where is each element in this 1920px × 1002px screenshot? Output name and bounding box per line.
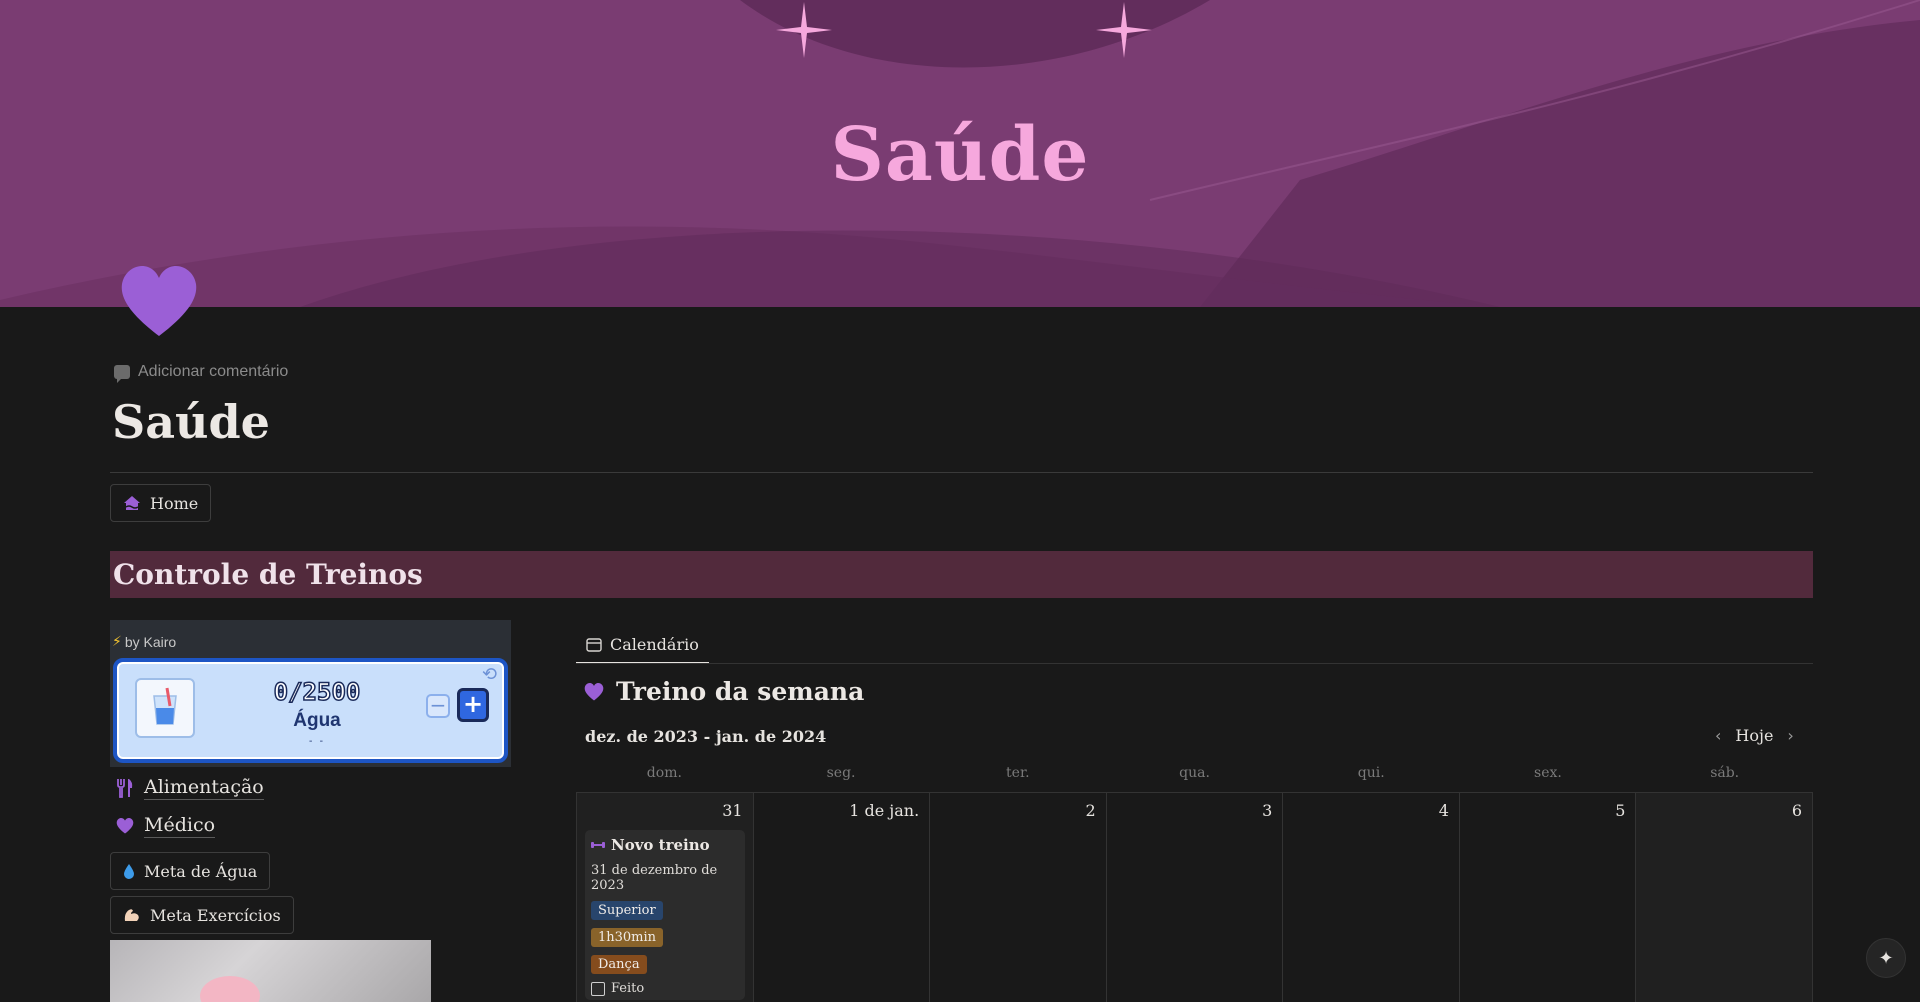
tab-calendario[interactable]: Calendário	[576, 626, 709, 664]
water-label: Água	[293, 710, 341, 731]
page-title[interactable]: Saúde	[112, 395, 270, 449]
dumbbell-icon	[591, 842, 605, 848]
banner-title: Saúde	[830, 112, 1090, 198]
add-comment-button[interactable]: Adicionar comentário	[114, 363, 289, 383]
day-number: 5	[1615, 801, 1626, 820]
flexed-biceps-icon	[124, 909, 139, 921]
water-widget: ⚡ by Kairo 0/2500 Água - - − + ⟲	[110, 620, 511, 767]
widget-credit-label: by Kairo	[124, 634, 177, 650]
tag-badge: Dança	[591, 955, 647, 974]
weekday-label: qua.	[1179, 765, 1210, 781]
purple-heart-icon[interactable]	[120, 266, 198, 338]
water-tracker-card: 0/2500 Água - - − + ⟲	[113, 658, 508, 763]
calendar-day[interactable]: 1 de jan.	[754, 793, 931, 1002]
calendar-title-label: Treino da semana	[616, 677, 865, 706]
exercise-goal-button[interactable]: Meta Exercícios	[110, 896, 294, 934]
event-title-label: Novo treino	[611, 836, 710, 854]
calendar-day[interactable]: 3	[1107, 793, 1284, 1002]
done-checkbox[interactable]	[591, 981, 605, 996]
comment-icon	[114, 365, 130, 383]
weekday-label: qui.	[1357, 765, 1385, 781]
done-label: Feito	[611, 981, 645, 996]
link-label: Alimentação	[144, 776, 264, 800]
heart-icon	[584, 682, 604, 700]
tab-label: Calendário	[610, 634, 699, 654]
home-label: Home	[150, 493, 199, 513]
calendar-range: dez. de 2023 - jan. de 2024	[585, 727, 827, 746]
day-number: 6	[1791, 801, 1803, 820]
day-number: 1 de jan.	[849, 801, 920, 820]
weekday-label: dom.	[646, 765, 682, 781]
chevron-left-icon[interactable]: ‹	[1715, 726, 1721, 745]
water-goal-label: Meta de Água	[144, 861, 258, 881]
calendar-day[interactable]: 5	[1460, 793, 1637, 1002]
ai-assistant-button[interactable]: ✦	[1866, 938, 1906, 978]
cover-banner: Saúde	[0, 0, 1920, 307]
tab-underline	[576, 663, 1813, 664]
sparkle-icon	[1096, 2, 1152, 58]
calendar-icon	[586, 637, 602, 652]
day-number: 4	[1438, 801, 1449, 820]
tag-badge: 1h30min	[591, 928, 664, 947]
weekday-label: sex.	[1534, 765, 1562, 781]
water-goal-button[interactable]: Meta de Água	[110, 852, 271, 890]
day-number: 3	[1262, 801, 1273, 820]
water-glass-icon	[135, 678, 195, 738]
heart-icon	[116, 818, 134, 834]
divider	[110, 472, 1813, 473]
calendar-title[interactable]: Treino da semana	[584, 677, 864, 706]
link-medico[interactable]: Médico	[116, 814, 216, 838]
image-blob	[200, 976, 260, 1002]
calendar-day[interactable]: 2	[930, 793, 1107, 1002]
widget-credit: ⚡ by Kairo	[112, 634, 176, 650]
day-number: 31	[722, 801, 743, 820]
sparkle-icon	[776, 2, 832, 58]
water-progress-dots: - -	[309, 736, 325, 747]
fork-knife-icon	[117, 779, 133, 798]
decrease-water-button[interactable]: −	[426, 694, 450, 718]
weekday-header: dom. seg. ter. qua. qui. sex. sáb.	[576, 765, 1813, 785]
calendar-grid: 31 Novo treino 31 de dezembro de 2023 Su…	[576, 792, 1814, 1002]
weekday-label: ter.	[1006, 765, 1030, 781]
link-label: Médico	[144, 814, 216, 838]
house-icon	[124, 496, 140, 510]
lightning-icon: ⚡	[112, 634, 122, 650]
decorative-image	[110, 940, 431, 1002]
tag-badge: Superior	[591, 901, 663, 920]
calendar-day[interactable]: 31 Novo treino 31 de dezembro de 2023 Su…	[577, 793, 754, 1002]
event-date: 31 de dezembro de 2023	[591, 863, 718, 893]
done-checkbox-row[interactable]: Feito	[591, 981, 739, 996]
weekday-label: sáb.	[1710, 765, 1740, 781]
increase-water-button[interactable]: +	[457, 688, 489, 722]
day-number: 2	[1085, 801, 1096, 820]
home-button[interactable]: Home	[110, 484, 212, 522]
event-card[interactable]: Novo treino 31 de dezembro de 2023 Super…	[585, 830, 745, 1000]
section-heading: Controle de Treinos	[110, 551, 1813, 598]
today-button[interactable]: Hoje	[1735, 726, 1773, 745]
refresh-icon[interactable]: ⟲	[482, 664, 497, 685]
chevron-right-icon[interactable]: ›	[1787, 726, 1793, 745]
calendar-nav: ‹ Hoje ›	[1715, 726, 1794, 745]
droplet-icon	[124, 864, 134, 879]
calendar-day[interactable]: 6	[1636, 793, 1814, 1002]
exercise-goal-label: Meta Exercícios	[150, 905, 281, 925]
link-alimentacao[interactable]: Alimentação	[116, 776, 264, 800]
event-title: Novo treino	[591, 836, 739, 854]
calendar-day[interactable]: 4	[1283, 793, 1460, 1002]
add-comment-label: Adicionar comentário	[138, 363, 289, 380]
weekday-label: seg.	[826, 765, 856, 781]
water-count: 0/2500	[273, 677, 361, 707]
sparkle-icon: ✦	[1878, 947, 1894, 969]
